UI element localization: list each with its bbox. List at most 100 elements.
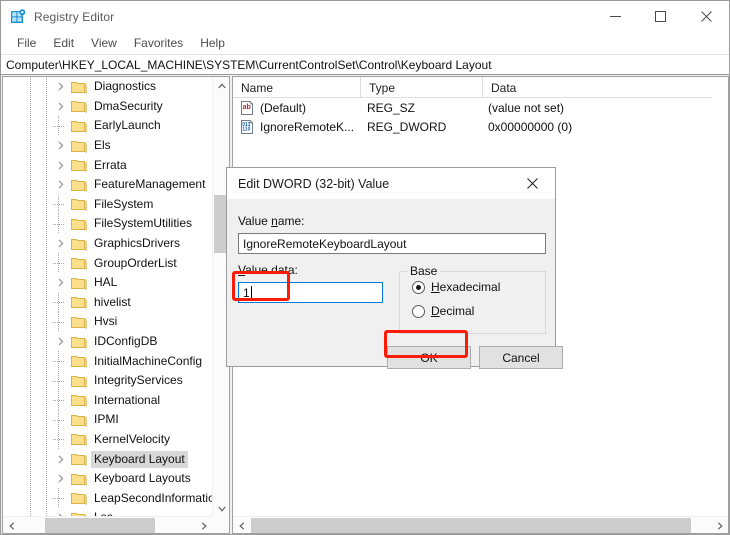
list-hscroll-thumb[interactable] — [251, 518, 691, 533]
radio-decimal-icon — [412, 304, 425, 318]
radio-hexadecimal[interactable]: Hexadecimal — [412, 280, 500, 294]
menu-help[interactable]: Help — [192, 34, 234, 53]
tree-item[interactable]: GraphicsDrivers — [3, 234, 212, 254]
value-data-cell: 0x00000000 (0) — [488, 119, 573, 134]
ok-button[interactable]: OK — [387, 346, 471, 369]
registry-value-row[interactable]: 011 110 IgnoreRemoteK... REG_DWORD 0x0000000… — [233, 117, 712, 136]
value-data-cell: (value not set) — [488, 100, 565, 115]
list-horizontal-scrollbar[interactable] — [233, 516, 728, 533]
column-header-data[interactable]: Data — [483, 77, 712, 98]
column-header-type[interactable]: Type — [361, 77, 483, 98]
tree-item[interactable]: HAL — [3, 273, 212, 293]
radio-hexadecimal-rest: exadecimal — [439, 280, 501, 294]
tree-item-label: Els — [94, 138, 111, 153]
text-caret — [250, 286, 252, 299]
registry-value-row[interactable]: ab (Default) REG_SZ (value not set) — [233, 98, 712, 117]
registry-values-list[interactable]: ab (Default) REG_SZ (value not set) 011 110 Ig… — [233, 98, 712, 136]
folder-icon — [71, 99, 87, 114]
menu-favorites[interactable]: Favorites — [126, 34, 192, 53]
tree-item[interactable]: GroupOrderList — [3, 253, 212, 273]
radio-decimal-label: Decimal — [431, 304, 475, 318]
tree-scroll-right-button[interactable] — [195, 517, 212, 533]
tree-scroll-down-button[interactable] — [213, 500, 229, 517]
chevron-right-icon[interactable] — [53, 177, 69, 193]
tree-item-label: InitialMachineConfig — [94, 353, 203, 368]
chevron-right-icon[interactable] — [53, 98, 69, 114]
tree-item[interactable]: KernelVelocity — [3, 429, 212, 450]
menu-edit[interactable]: Edit — [45, 34, 83, 53]
tree-item[interactable]: FeatureManagement — [3, 175, 212, 195]
tree-item[interactable]: International — [3, 390, 212, 411]
title-bar: Registry Editor — [1, 1, 729, 32]
tree-item[interactable]: DmaSecurity — [3, 97, 212, 117]
list-scroll-left-button[interactable] — [233, 517, 250, 533]
tree-item-label: LeapSecondInformation — [94, 490, 212, 505]
tree-item[interactable]: Errata — [3, 155, 212, 175]
tree-item-label: Keyboard Layout — [91, 450, 188, 468]
tree-scroll-left-button[interactable] — [3, 517, 20, 533]
tree-item[interactable]: EarlyLaunch — [3, 116, 212, 136]
folder-icon — [71, 119, 87, 133]
base-group-label: Base — [407, 264, 441, 278]
tree-horizontal-scrollbar[interactable] — [3, 516, 229, 533]
chevron-right-icon[interactable] — [53, 138, 69, 154]
column-header-name[interactable]: Name — [233, 77, 361, 98]
tree-item[interactable]: Keyboard Layout — [3, 449, 212, 469]
minimize-button[interactable] — [593, 1, 638, 32]
tree-item[interactable]: FileSystemUtilities — [3, 214, 212, 234]
tree-item[interactable]: hivelist — [3, 292, 212, 313]
tree-item[interactable]: Els — [3, 136, 212, 156]
maximize-button[interactable] — [638, 1, 683, 32]
registry-path: Computer\HKEY_LOCAL_MACHINE\SYSTEM\Curre… — [6, 57, 492, 72]
registry-editor-window: Registry Editor File Edit View Favorites… — [0, 0, 730, 535]
dialog-title: Edit DWORD (32-bit) Value — [238, 176, 390, 191]
tree-item[interactable]: IPMI — [3, 410, 212, 430]
tree-item[interactable]: InitialMachineConfig — [3, 351, 212, 371]
window-title: Registry Editor — [34, 9, 115, 24]
registry-tree-panel: Diagnostics DmaSecurity EarlyLaunch Els Erra… — [2, 76, 230, 534]
tree-item[interactable]: Diagnostics — [3, 77, 212, 97]
cancel-button[interactable]: Cancel — [479, 346, 563, 369]
folder-icon — [71, 295, 87, 310]
tree-item-label: FileSystem — [94, 196, 154, 211]
chevron-right-icon[interactable] — [53, 236, 69, 252]
registry-tree[interactable]: Diagnostics DmaSecurity EarlyLaunch Els Erra… — [3, 77, 212, 517]
chevron-right-icon[interactable] — [53, 79, 69, 95]
window-controls — [593, 1, 729, 32]
value-data-text: 1 — [243, 285, 250, 300]
folder-icon — [71, 276, 87, 290]
close-button[interactable] — [683, 1, 729, 32]
tree-branch-vline — [58, 370, 59, 391]
radio-decimal[interactable]: Decimal — [412, 304, 474, 318]
chevron-right-icon[interactable] — [53, 334, 69, 350]
folder-icon — [71, 354, 87, 369]
tree-item-label: IntegrityServices — [94, 373, 183, 388]
menu-view[interactable]: View — [83, 34, 126, 53]
value-data-input[interactable]: 1 — [238, 282, 383, 303]
value-name-input[interactable]: IgnoreRemoteKeyboardLayout — [238, 233, 546, 254]
base-groupbox: Base Hexadecimal Decimal — [399, 264, 546, 334]
value-type-cell: REG_SZ — [367, 100, 416, 115]
menu-file[interactable]: File — [9, 34, 45, 53]
dialog-close-button[interactable] — [509, 168, 555, 199]
address-bar[interactable]: Computer\HKEY_LOCAL_MACHINE\SYSTEM\Curre… — [1, 54, 729, 75]
tree-item[interactable]: IDConfigDB — [3, 332, 212, 352]
tree-branch-vline — [58, 292, 59, 313]
tree-branch-vline — [58, 488, 59, 509]
tree-branch-vline — [58, 390, 59, 411]
chevron-right-icon[interactable] — [53, 451, 69, 467]
folder-icon — [71, 197, 87, 212]
chevron-right-icon[interactable] — [53, 157, 69, 173]
tree-item[interactable]: Keyboard Layouts — [3, 469, 212, 489]
tree-item[interactable]: Hvsi — [3, 312, 212, 332]
value-name-label: Value name: — [238, 214, 305, 228]
chevron-right-icon[interactable] — [53, 275, 69, 291]
tree-hscroll-thumb[interactable] — [45, 518, 155, 533]
list-scroll-right-button[interactable] — [711, 517, 728, 533]
tree-scroll-up-button[interactable] — [213, 77, 229, 94]
chevron-right-icon[interactable] — [53, 471, 69, 487]
tree-item[interactable]: FileSystem — [3, 194, 212, 215]
tree-item[interactable]: IntegrityServices — [3, 370, 212, 391]
tree-item[interactable]: LeapSecondInformation — [3, 488, 212, 509]
radio-hexadecimal-icon — [412, 280, 425, 294]
